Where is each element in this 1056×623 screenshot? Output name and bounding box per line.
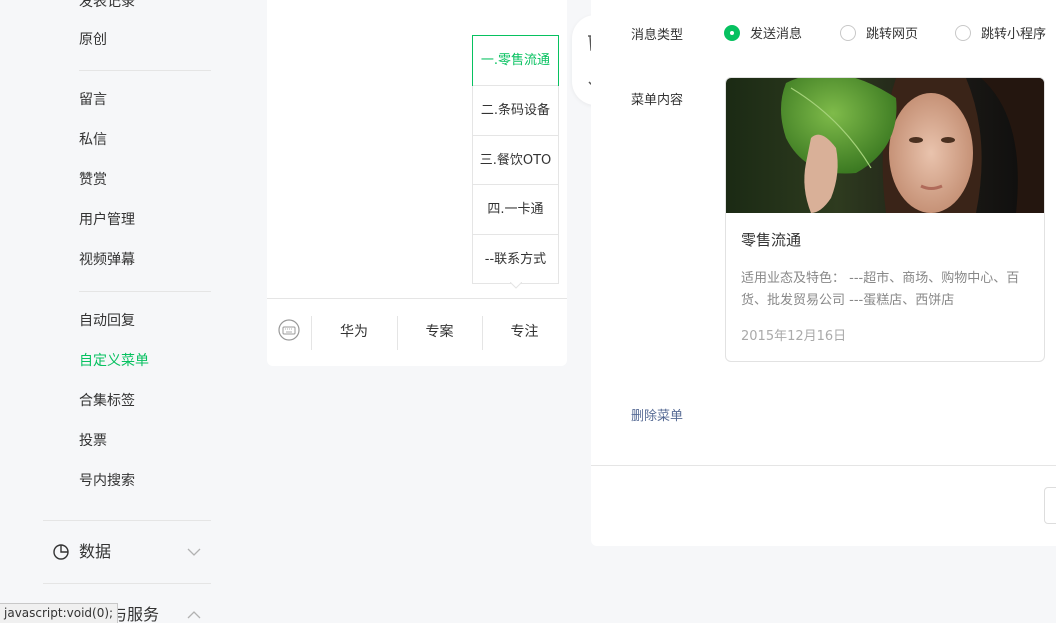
submenu-item[interactable]: 三.餐饮OTO [473, 134, 558, 185]
sidebar-divider [43, 520, 211, 521]
radio-label: 跳转小程序 [981, 27, 1047, 42]
radio-send-message[interactable]: 发送消息 [724, 23, 802, 42]
menu-content-label: 菜单内容 [631, 93, 684, 108]
sidebar-item-auto-reply[interactable]: 自动回复 [79, 311, 135, 331]
phone-bottom-menubar: 华为 专案 专注 [267, 298, 567, 366]
sidebar-item-video-danmaku[interactable]: 视频弹幕 [79, 250, 135, 270]
delete-menu-link[interactable]: 删除菜单 [631, 405, 683, 424]
bottom-menu-item[interactable]: 专注 [482, 299, 567, 366]
radio-jump-webpage[interactable]: 跳转网页 [840, 23, 918, 42]
sidebar-divider [43, 583, 211, 584]
radio-label: 发送消息 [750, 27, 803, 42]
editor-footer-divider [591, 465, 1056, 466]
submenu-item[interactable]: 四.一卡通 [473, 184, 558, 234]
chevron-up-icon [187, 611, 201, 619]
radio-circle [840, 24, 856, 41]
sidebar-item-in-account-search[interactable]: 号内搜索 [79, 471, 135, 491]
sidebar-item-vote[interactable]: 投票 [79, 431, 107, 451]
sidebar-item-publish-records[interactable]: 发表记录 [79, 0, 135, 12]
sidebar-item-custom-menu[interactable]: 自定义菜单 [79, 351, 149, 371]
sidebar-item-collection-tags[interactable]: 合集标签 [79, 391, 135, 411]
radio-circle [724, 24, 740, 41]
message-type-label: 消息类型 [631, 28, 684, 43]
sidebar-item-messages[interactable]: 私信 [79, 130, 107, 150]
bottom-menu-item[interactable]: 华为 [311, 299, 397, 366]
article-cover-image [726, 78, 1044, 213]
sidebar-item-original[interactable]: 原创 [79, 30, 107, 50]
radio-jump-miniprogram[interactable]: 跳转小程序 [955, 23, 1046, 42]
keyboard-icon[interactable] [278, 319, 300, 341]
sidebar-item-rewards[interactable]: 赞赏 [79, 170, 107, 190]
sidebar-group-label: 数据 [79, 542, 112, 561]
bottom-menu-item[interactable]: 专案 [397, 299, 482, 366]
sidebar-divider [79, 70, 211, 71]
submenu-item[interactable]: 一.零售流通 [472, 35, 559, 86]
chevron-down-icon [187, 548, 201, 556]
submenu-pointer-arrow [510, 282, 522, 289]
sidebar-item-user-management[interactable]: 用户管理 [79, 210, 135, 230]
article-date: 2015年12月16日 [741, 329, 847, 344]
submenu-item[interactable]: --联系方式 [473, 233, 558, 284]
sidebar-item-comments[interactable]: 留言 [79, 90, 107, 110]
footer-button-partial[interactable] [1044, 487, 1056, 524]
sidebar-group-data[interactable]: 数据 [52, 541, 201, 563]
pie-chart-icon [53, 544, 69, 560]
article-description: 适用业态及特色： ---超市、商场、购物中心、百货、批发贸易公司 ---蛋糕店、… [741, 271, 1020, 308]
browser-status-bar: javascript:void(0); [0, 603, 119, 623]
sidebar: 发表记录 原创 留言 私信 赞赏 用户管理 视频弹幕 自动回复 自定义菜单 合集… [0, 0, 250, 623]
radio-circle [955, 24, 971, 41]
submenu-list: 一.零售流通 二.条码设备 三.餐饮OTO 四.一卡通 --联系方式 [472, 35, 559, 284]
sidebar-divider [79, 291, 211, 292]
article-card[interactable]: 零售流通 适用业态及特色： ---超市、商场、购物中心、百货、批发贸易公司 --… [725, 77, 1045, 362]
radio-label: 跳转网页 [866, 27, 919, 42]
submenu-item[interactable]: 二.条码设备 [473, 85, 558, 135]
article-title: 零售流通 [741, 231, 802, 249]
